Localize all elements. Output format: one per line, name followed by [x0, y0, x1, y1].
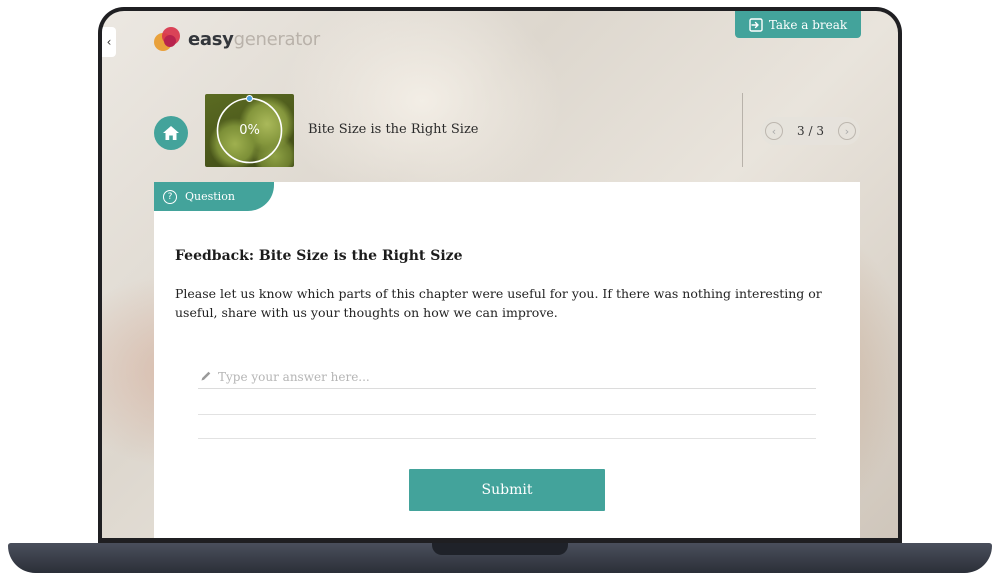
- take-a-break-button[interactable]: Take a break: [735, 11, 861, 38]
- logo-mark: [154, 27, 182, 51]
- take-a-break-label: Take a break: [768, 17, 848, 32]
- laptop-notch: [432, 543, 568, 555]
- exit-icon: [749, 17, 763, 32]
- submit-button[interactable]: Submit: [409, 469, 605, 511]
- chevron-right-icon[interactable]: ›: [837, 122, 856, 140]
- logo: easygenerator: [154, 27, 320, 51]
- home-icon: [163, 126, 179, 140]
- logo-text: easygenerator: [188, 28, 320, 50]
- chapter-thumbnail: 0%: [205, 94, 294, 167]
- answer-area: [198, 365, 816, 445]
- screen: ‹ easygenerator Take a break 0% Bite Siz…: [102, 11, 898, 538]
- question-text: Please let us know which parts of this c…: [175, 286, 822, 320]
- question-title: Feedback: Bite Size is the Right Size: [175, 248, 463, 264]
- question-icon: ?: [163, 189, 177, 204]
- question-tab: ? Question: [154, 182, 274, 211]
- pager-text: 3 / 3: [797, 124, 824, 138]
- answer-line: [198, 414, 816, 415]
- question-tab-label: Question: [185, 190, 235, 203]
- chapter-title: Bite Size is the Right Size: [308, 122, 479, 137]
- progress-percent: 0%: [239, 123, 260, 138]
- question-card: ? Question Feedback: Bite Size is the Ri…: [154, 182, 860, 538]
- back-button[interactable]: ‹: [102, 27, 116, 57]
- divider: [742, 93, 743, 167]
- chevron-left-icon: ‹: [106, 35, 112, 49]
- answer-line: [198, 438, 816, 439]
- pager: ‹ 3 / 3 ›: [761, 117, 860, 145]
- home-button[interactable]: [154, 116, 188, 150]
- answer-input[interactable]: [198, 365, 816, 389]
- chevron-left-icon[interactable]: ‹: [765, 122, 783, 140]
